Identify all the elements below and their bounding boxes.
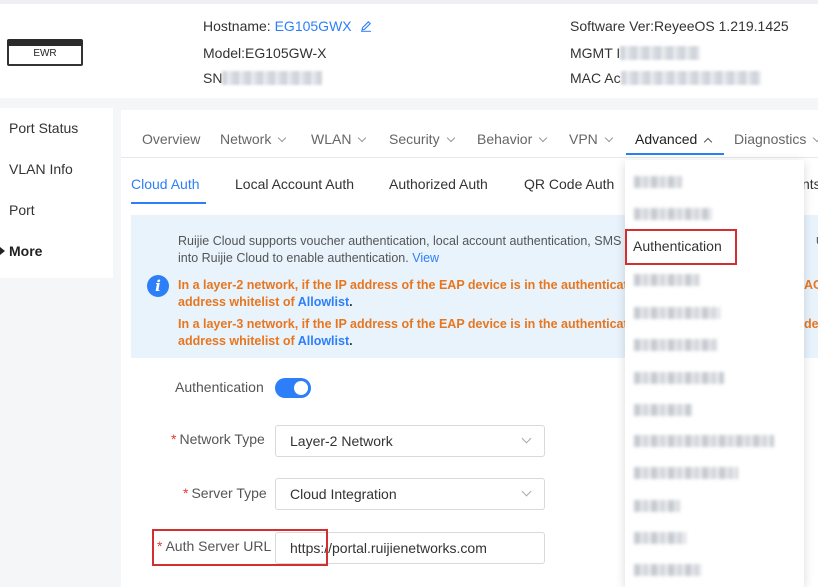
- mgmt-redacted: [620, 46, 701, 60]
- menu-item-redacted[interactable]: [634, 372, 724, 384]
- menu-item-redacted[interactable]: [634, 176, 682, 188]
- sn-label: SN: [203, 70, 223, 86]
- device-label: EWR: [33, 48, 57, 59]
- chevron-down-icon: [539, 133, 548, 143]
- nav-overview[interactable]: Overview: [142, 131, 200, 147]
- chevron-down-icon: [813, 133, 818, 143]
- chevron-down-icon: [521, 433, 532, 444]
- pencil-icon[interactable]: [360, 20, 372, 32]
- warning-line-2b: address whitelist of Allowlist.: [178, 334, 353, 348]
- device-header: EWR Hostname: EG105GWX Model:EG105GW-X S…: [0, 0, 818, 98]
- sn-redacted: [222, 71, 323, 85]
- nav-diagnostics[interactable]: Diagnostics: [734, 131, 818, 147]
- notice-line-1: Ruijie Cloud supports voucher authentica…: [178, 234, 622, 248]
- authentication-label: Authentication: [175, 379, 264, 395]
- menu-item-redacted[interactable]: [634, 564, 702, 576]
- notice-line-2: into Ruijie Cloud to enable authenticati…: [178, 251, 440, 265]
- menu-item-redacted[interactable]: [634, 208, 712, 220]
- left-sidebar: Port Status VLAN Info Port More: [0, 108, 113, 278]
- highlight-box-authentication: [625, 229, 737, 265]
- menu-item-redacted[interactable]: [634, 532, 686, 544]
- nav-behavior[interactable]: Behavior: [477, 131, 548, 147]
- menu-item-redacted[interactable]: [634, 404, 692, 416]
- hostname-label: Hostname:: [203, 18, 271, 34]
- notice-text: Ruijie Cloud supports voucher authentica…: [178, 233, 698, 267]
- info-icon: i: [147, 275, 169, 297]
- top-navigation: Overview Network WLAN Security Behavior …: [121, 110, 818, 158]
- tab-overflow-text[interactable]: nts: [802, 176, 818, 192]
- nav-active-underline: [626, 153, 724, 155]
- software-version: Software Ver:ReyeeOS 1.219.1425: [570, 18, 789, 34]
- chevron-down-icon: [604, 133, 614, 143]
- sn-row: SN: [203, 70, 323, 86]
- model-text: Model:EG105GW-X: [203, 45, 327, 61]
- allowlist-link[interactable]: Allowlist: [298, 334, 349, 348]
- server-type-value: Cloud Integration: [290, 486, 397, 502]
- warning-line-1a: In a layer-2 network, if the IP address …: [178, 278, 628, 292]
- tab-active-underline: [131, 202, 206, 204]
- menu-item-redacted[interactable]: [634, 339, 718, 351]
- hostname-value[interactable]: EG105GWX: [275, 18, 352, 34]
- chevron-down-icon: [358, 133, 367, 143]
- tab-authorized-auth[interactable]: Authorized Auth: [389, 176, 488, 192]
- nav-wlan[interactable]: WLAN: [311, 131, 367, 147]
- menu-item-redacted[interactable]: [634, 435, 774, 447]
- sidebar-item-more-label: More: [9, 243, 43, 259]
- advanced-dropdown-menu: Authentication: [625, 160, 804, 587]
- chevron-down-icon: [278, 133, 287, 143]
- chevron-down-icon: [521, 486, 532, 497]
- mac-label: MAC Ac: [570, 70, 621, 86]
- view-link[interactable]: View: [412, 251, 439, 265]
- warning-line-1-tail: AC: [804, 278, 818, 292]
- server-type-select[interactable]: Cloud Integration: [275, 478, 545, 510]
- mac-redacted: [620, 71, 761, 85]
- warning-line-2a: In a layer-3 network, if the IP address …: [178, 317, 628, 331]
- hostname-row: Hostname: EG105GWX: [203, 18, 372, 34]
- network-type-value: Layer-2 Network: [290, 433, 393, 449]
- server-type-label: * Server Type: [183, 485, 267, 501]
- sidebar-item-port-status[interactable]: Port Status: [9, 120, 78, 136]
- network-type-label: * Network Type: [171, 431, 265, 447]
- sidebar-item-vlan-info[interactable]: VLAN Info: [9, 161, 73, 177]
- authentication-toggle[interactable]: [275, 378, 311, 398]
- nav-advanced[interactable]: Advanced: [635, 131, 713, 147]
- sidebar-item-port[interactable]: Port: [9, 202, 35, 218]
- menu-item-redacted[interactable]: [634, 274, 700, 286]
- nav-security[interactable]: Security: [389, 131, 455, 147]
- menu-item-redacted[interactable]: [634, 467, 738, 479]
- highlight-box-auth-url: [152, 529, 328, 566]
- tab-cloud-auth[interactable]: Cloud Auth: [131, 176, 200, 192]
- nav-network[interactable]: Network: [220, 131, 287, 147]
- tab-qr-code-auth[interactable]: QR Code Auth: [524, 176, 614, 192]
- allowlist-link[interactable]: Allowlist: [298, 295, 349, 309]
- warning-line-1b: address whitelist of Allowlist.: [178, 295, 353, 309]
- menu-item-redacted[interactable]: [634, 307, 720, 319]
- sidebar-item-more[interactable]: More: [0, 243, 42, 259]
- tab-local-account-auth[interactable]: Local Account Auth: [235, 176, 354, 192]
- nav-vpn[interactable]: VPN: [569, 131, 614, 147]
- router-device-image: EWR: [7, 39, 83, 66]
- caret-right-icon: [0, 247, 5, 255]
- mac-row: MAC Ac: [570, 70, 761, 86]
- mgmt-label: MGMT I: [570, 45, 621, 61]
- chevron-down-icon: [446, 133, 455, 143]
- mgmt-row: MGMT I: [570, 45, 701, 61]
- chevron-up-icon: [704, 137, 713, 147]
- network-type-select[interactable]: Layer-2 Network: [275, 425, 545, 457]
- menu-item-redacted[interactable]: [634, 500, 680, 512]
